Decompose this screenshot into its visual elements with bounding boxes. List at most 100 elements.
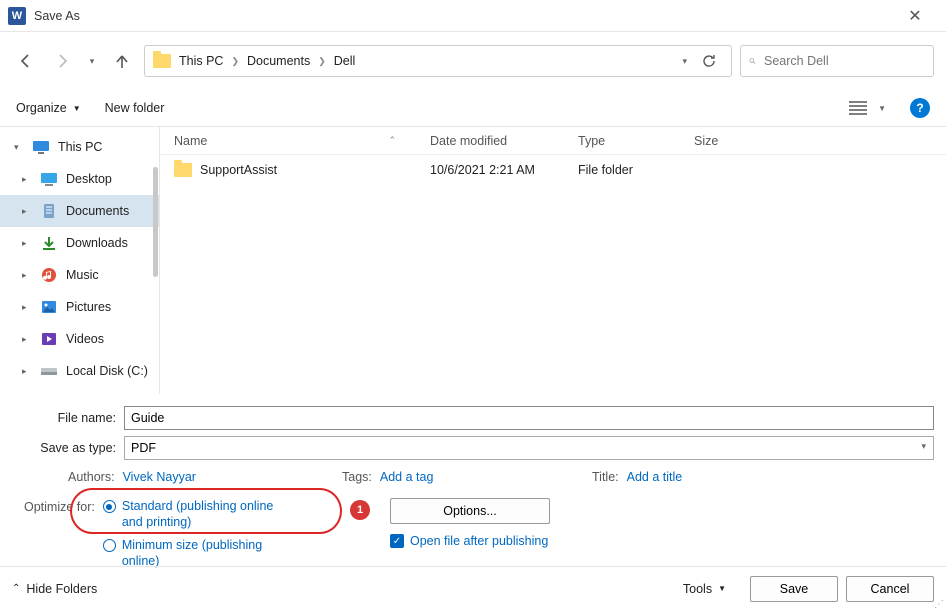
sidebar-item-music[interactable]: ▸ Music xyxy=(0,259,159,291)
column-header-name[interactable]: Name ⌃ xyxy=(160,134,416,148)
column-header-type[interactable]: Type xyxy=(564,134,680,148)
footer: ⌃ Hide Folders Tools ▼ Save Cancel ⋰ xyxy=(0,566,946,610)
radio-label: Standard (publishing online and printing… xyxy=(122,498,282,531)
address-bar[interactable]: This PC ❯ Documents ❯ Dell ▾ xyxy=(144,45,732,77)
file-name-input[interactable] xyxy=(124,406,934,430)
title-bar: W Save As ✕ xyxy=(0,0,946,32)
nav-row: ▾ This PC ❯ Documents ❯ Dell ▾ xyxy=(0,32,946,90)
optimize-standard-radio[interactable]: Standard (publishing online and printing… xyxy=(103,498,282,531)
title-value[interactable]: Add a title xyxy=(627,470,683,484)
save-as-type-dropdown[interactable] xyxy=(124,436,934,460)
view-menu[interactable] xyxy=(846,96,870,120)
file-name: SupportAssist xyxy=(200,163,277,177)
back-button[interactable] xyxy=(12,47,40,75)
sidebar-item-downloads[interactable]: ▸ Downloads xyxy=(0,227,159,259)
file-row[interactable]: SupportAssist 10/6/2021 2:21 AM File fol… xyxy=(160,155,946,185)
tags-value[interactable]: Add a tag xyxy=(380,470,434,484)
sidebar-item-label: Downloads xyxy=(66,236,128,250)
resize-grip-icon[interactable]: ⋰ xyxy=(934,602,944,608)
sidebar-item-label: Music xyxy=(66,268,99,282)
chevron-right-icon[interactable]: ▸ xyxy=(22,238,32,249)
open-after-publish-label[interactable]: Open file after publishing xyxy=(410,534,548,548)
chevron-right-icon[interactable]: ▸ xyxy=(22,302,32,313)
main-area: ▾ This PC ▸ Desktop ▸ Documents ▸ Downlo… xyxy=(0,126,946,394)
breadcrumb-segment[interactable]: This PC xyxy=(179,54,223,68)
sidebar-item-videos[interactable]: ▸ Videos xyxy=(0,323,159,355)
sidebar-item-documents[interactable]: ▸ Documents xyxy=(0,195,159,227)
hide-folders-toggle[interactable]: ⌃ Hide Folders xyxy=(12,582,97,596)
organize-label: Organize xyxy=(16,101,67,115)
recent-dropdown[interactable]: ▾ xyxy=(84,47,100,75)
chevron-right-icon: ❯ xyxy=(231,56,239,67)
folder-icon xyxy=(153,54,171,68)
radio-label: Minimum size (publishing online) xyxy=(122,537,282,570)
videos-icon xyxy=(40,330,58,348)
cancel-button[interactable]: Cancel xyxy=(846,576,934,602)
chevron-right-icon[interactable]: ▸ xyxy=(22,174,32,185)
checkbox-checked-icon[interactable]: ✓ xyxy=(390,534,404,548)
addr-chevron-down-icon[interactable]: ▾ xyxy=(682,56,687,67)
authors-value[interactable]: Vivek Nayyar xyxy=(123,470,196,484)
downloads-icon xyxy=(40,234,58,252)
help-button[interactable]: ? xyxy=(910,98,930,118)
column-label: Type xyxy=(578,134,605,148)
column-header-date[interactable]: Date modified xyxy=(416,134,564,148)
chevron-down-icon: ▼ xyxy=(73,104,81,113)
sidebar-item-label: Desktop xyxy=(66,172,112,186)
chevron-right-icon: ❯ xyxy=(318,56,326,67)
column-label: Name xyxy=(174,134,207,148)
chevron-right-icon[interactable]: ▸ xyxy=(22,270,32,281)
sidebar-item-desktop[interactable]: ▸ Desktop xyxy=(0,163,159,195)
tools-label: Tools xyxy=(683,582,712,596)
sidebar-item-label: Pictures xyxy=(66,300,111,314)
music-icon xyxy=(40,266,58,284)
column-label: Date modified xyxy=(430,134,507,148)
breadcrumb-segment[interactable]: Documents xyxy=(247,54,310,68)
annotation-badge: 1 xyxy=(350,500,370,520)
column-header-size[interactable]: Size xyxy=(680,134,770,148)
chevron-right-icon[interactable]: ▸ xyxy=(22,366,32,377)
refresh-button[interactable] xyxy=(695,53,723,69)
search-input[interactable] xyxy=(764,54,925,68)
sidebar-item-label: This PC xyxy=(58,140,102,154)
save-button[interactable]: Save xyxy=(750,576,838,602)
options-button[interactable]: Options... xyxy=(390,498,550,524)
file-name-label: File name: xyxy=(12,411,124,425)
sidebar-item-label: Videos xyxy=(66,332,104,346)
window-title: Save As xyxy=(34,9,892,23)
column-headers: Name ⌃ Date modified Type Size xyxy=(160,127,946,155)
search-icon xyxy=(749,54,756,68)
documents-icon xyxy=(40,202,58,220)
sidebar-item-label: Local Disk (C:) xyxy=(66,364,148,378)
search-box[interactable] xyxy=(740,45,934,77)
chevron-up-icon: ⌃ xyxy=(12,583,20,594)
radio-unchecked-icon xyxy=(103,539,116,552)
file-list: Name ⌃ Date modified Type Size SupportAs… xyxy=(160,127,946,394)
close-button[interactable]: ✕ xyxy=(892,6,938,26)
optimize-minimum-radio[interactable]: Minimum size (publishing online) xyxy=(103,537,282,570)
new-folder-button[interactable]: New folder xyxy=(105,101,165,115)
column-label: Size xyxy=(694,134,718,148)
sidebar-item-local-disk[interactable]: ▸ Local Disk (C:) xyxy=(0,355,159,387)
radio-checked-icon xyxy=(103,500,116,513)
chevron-down-icon[interactable]: ▾ xyxy=(14,142,24,153)
file-type: File folder xyxy=(564,163,680,177)
chevron-right-icon[interactable]: ▸ xyxy=(22,206,32,217)
word-app-icon: W xyxy=(8,7,26,25)
sidebar-item-this-pc[interactable]: ▾ This PC xyxy=(0,131,159,163)
monitor-icon xyxy=(32,138,50,156)
breadcrumb-segment[interactable]: Dell xyxy=(334,54,356,68)
desktop-icon xyxy=(40,170,58,188)
tools-menu[interactable]: Tools ▼ xyxy=(683,582,726,596)
chevron-down-icon[interactable]: ▼ xyxy=(878,104,886,113)
up-button[interactable] xyxy=(108,47,136,75)
chevron-right-icon[interactable]: ▸ xyxy=(22,334,32,345)
save-as-type-label: Save as type: xyxy=(12,441,124,455)
forward-button[interactable] xyxy=(48,47,76,75)
organize-menu[interactable]: Organize ▼ xyxy=(16,101,81,115)
file-date: 10/6/2021 2:21 AM xyxy=(416,163,564,177)
scrollbar-thumb[interactable] xyxy=(153,167,158,277)
title-label: Title: xyxy=(592,470,619,484)
authors-label: Authors: xyxy=(68,470,115,484)
sidebar-item-pictures[interactable]: ▸ Pictures xyxy=(0,291,159,323)
